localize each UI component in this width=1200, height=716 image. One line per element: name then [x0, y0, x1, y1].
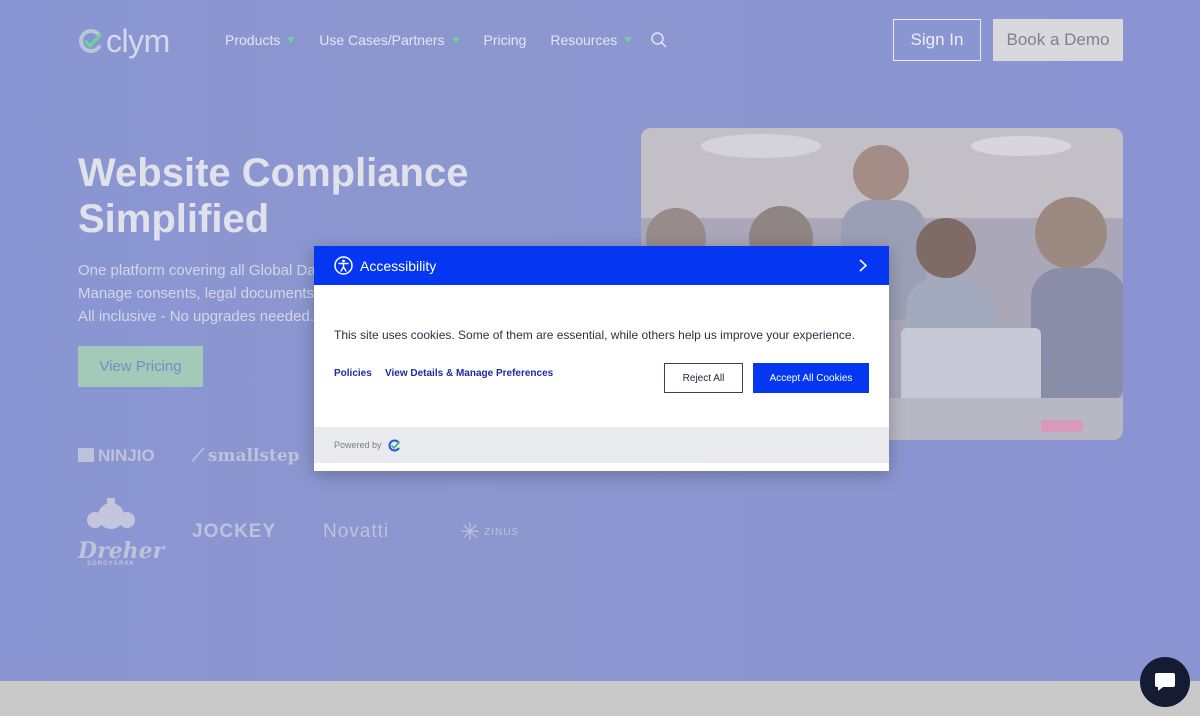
chevron-down-icon [451, 37, 460, 43]
dreher-logo: Dreher SÖRGYÁRAK [78, 498, 165, 567]
nav-products[interactable]: Products [225, 30, 296, 50]
hero-title-line: Simplified [78, 197, 270, 241]
chevron-right-icon [859, 259, 867, 272]
logo-text: clym [106, 22, 170, 59]
ninjio-logo: NINJIO [78, 446, 155, 466]
chevron-down-icon [287, 37, 296, 43]
policies-link[interactable]: Policies [334, 368, 372, 379]
nav-label: Use Cases/Partners [319, 32, 445, 48]
hero-description-line: All inclusive - No upgrades needed. [78, 308, 314, 325]
dreher-logo-subtext: SÖRGYÁRAK [86, 561, 135, 567]
clym-logo[interactable]: clym [78, 22, 170, 59]
view-pricing-button[interactable]: View Pricing [78, 346, 203, 387]
accessibility-title: Accessibility [360, 257, 437, 274]
jockey-logo: JOCKEY [192, 521, 277, 542]
search-icon [651, 32, 667, 48]
accessibility-header[interactable]: Accessibility [314, 246, 889, 285]
page-footer-strip [0, 681, 1200, 716]
hero-title-line: Website Compliance [78, 151, 469, 195]
nav-label: Pricing [483, 32, 527, 48]
chat-bubble-icon [1155, 673, 1175, 691]
hero-description-line: Manage consents, legal documents [78, 285, 314, 302]
nav-pricing[interactable]: Pricing [484, 30, 527, 50]
nav-use-cases[interactable]: Use Cases/Partners [319, 30, 460, 50]
nav-label: Resources [550, 32, 618, 48]
zinus-logo-text: ZINUS [484, 527, 520, 538]
powered-by-footer: Powered by [314, 427, 889, 463]
powered-by-text: Powered by [334, 440, 382, 450]
nav-label: Products [225, 32, 281, 48]
reject-all-button[interactable]: Reject All [664, 363, 743, 393]
zinus-logo: ✳ ZINUS [460, 518, 519, 547]
ninjio-logo-text: NINJIO [98, 446, 155, 465]
smallstep-logo: ⟋ smallstep [192, 446, 300, 466]
novatti-logo: Novatti [323, 521, 390, 542]
dreher-logo-text: Dreher [78, 538, 165, 564]
clym-logo-icon [79, 29, 102, 53]
cookie-message: This site uses cookies. Some of them are… [334, 328, 855, 342]
accessibility-icon [334, 256, 353, 275]
accept-all-cookies-button[interactable]: Accept All Cookies [753, 363, 869, 393]
ninjio-mark-icon [78, 448, 94, 462]
cookie-consent-dialog: Accessibility This site uses cookies. So… [314, 246, 889, 471]
search-button[interactable] [651, 32, 667, 53]
hero-description-line: One platform covering all Global Da [78, 262, 316, 279]
nav-resources[interactable]: Resources [550, 30, 633, 50]
clym-mini-logo-icon [388, 439, 400, 451]
smallstep-mark-icon: ⟋ [192, 446, 204, 466]
hero-title: Website Compliance Simplified [78, 150, 478, 242]
chevron-down-icon [624, 37, 633, 43]
manage-preferences-link[interactable]: View Details & Manage Preferences [385, 368, 553, 379]
zinus-mark-icon: ✳ [460, 519, 481, 546]
smallstep-logo-text: smallstep [207, 446, 300, 466]
dreher-crest-icon [87, 498, 135, 529]
sign-in-button[interactable]: Sign In [893, 19, 981, 61]
chat-widget-button[interactable] [1140, 657, 1190, 707]
book-demo-button[interactable]: Book a Demo [993, 19, 1123, 61]
main-nav: Products Use Cases/Partners Pricing Reso… [225, 30, 656, 50]
